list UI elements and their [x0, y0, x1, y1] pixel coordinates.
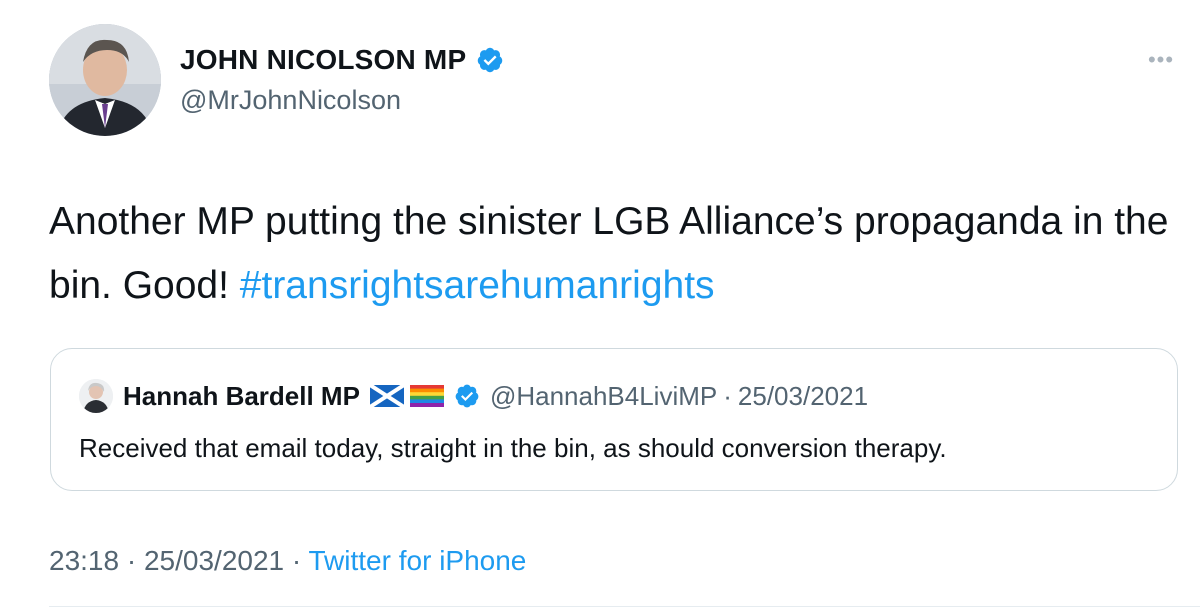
more-options-button[interactable]: •••: [1146, 47, 1176, 72]
quoted-date[interactable]: 25/03/2021: [738, 381, 868, 412]
tweet-time[interactable]: 23:18: [49, 545, 119, 576]
scotland-flag-icon: [369, 385, 404, 407]
tweet-text: Another MP putting the sinister LGB Alli…: [49, 190, 1179, 318]
rainbow-flag-icon: [409, 385, 444, 407]
tweet-metadata: 23:18 · 25/03/2021 · Twitter for iPhone: [49, 545, 526, 577]
tweet-source-link[interactable]: Twitter for iPhone: [309, 545, 527, 576]
quoted-person-avatar-icon: [79, 379, 113, 413]
meta-separator-2: ·: [284, 545, 309, 576]
tweet-container: JOHN NICOLSON MP @MrJohnNicolson ••• Ano…: [0, 0, 1200, 610]
quoted-tweet-header: Hannah Bardell MP @HannahB4LiviMP · 25/0…: [79, 379, 868, 413]
quoted-tweet-text: Received that email today, straight in t…: [79, 433, 947, 463]
verified-badge-icon: [478, 47, 503, 73]
quoted-author-name[interactable]: Hannah Bardell MP: [123, 381, 360, 412]
author-avatar[interactable]: [49, 24, 161, 136]
bottom-divider: [49, 606, 1200, 607]
quoted-author-handle[interactable]: @HannahB4LiviMP: [490, 381, 717, 412]
person-photo-avatar: [49, 24, 161, 136]
quoted-tweet-card[interactable]: Hannah Bardell MP @HannahB4LiviMP · 25/0…: [50, 348, 1178, 491]
quoted-verified-badge-icon: [455, 384, 479, 408]
author-handle[interactable]: @MrJohnNicolson: [180, 85, 401, 116]
quoted-author-avatar[interactable]: [79, 379, 113, 413]
hashtag-link[interactable]: #transrightsarehumanrights: [240, 264, 715, 307]
quoted-separator: ·: [723, 380, 732, 411]
tweet-date[interactable]: 25/03/2021: [144, 545, 284, 576]
more-options-icon: •••: [1147, 47, 1175, 72]
author-name[interactable]: JOHN NICOLSON MP: [180, 44, 504, 76]
meta-separator: ·: [119, 545, 144, 576]
author-name-text: JOHN NICOLSON MP: [180, 44, 467, 75]
